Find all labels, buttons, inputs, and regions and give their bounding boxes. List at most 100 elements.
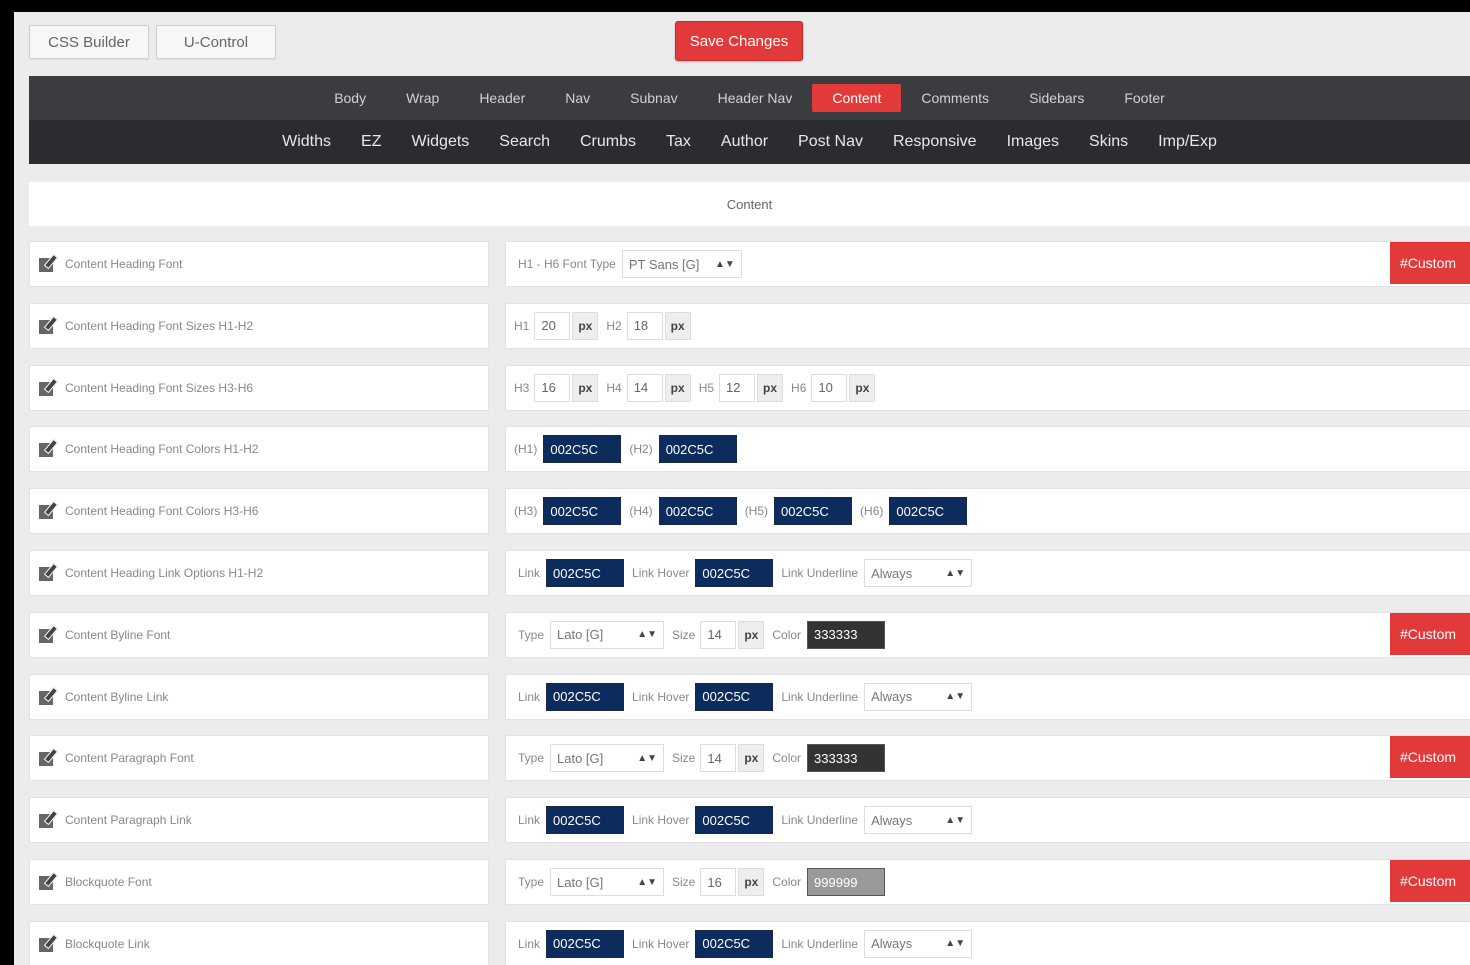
edit-icon[interactable] (39, 377, 59, 398)
ucontrol-button[interactable]: U-Control (156, 25, 276, 59)
font-type-select[interactable]: Lato [G] ▲▼ (550, 620, 665, 649)
color-swatch[interactable]: 002C5C (658, 435, 737, 464)
tab-responsive[interactable]: Responsive (878, 128, 992, 156)
option-label: Content Heading Font (65, 257, 183, 271)
tab-subnav[interactable]: Subnav (610, 84, 697, 112)
tab-body[interactable]: Body (314, 84, 386, 112)
select-arrow-icon: ▲▼ (945, 567, 966, 579)
link-hover-swatch[interactable]: 002C5C (695, 929, 774, 958)
color-label: Color (772, 751, 802, 766)
tab-ez[interactable]: EZ (346, 128, 396, 156)
tab-imp-exp[interactable]: Imp/Exp (1143, 128, 1232, 156)
font-type-select[interactable]: PT Sans [G] ▲▼ (621, 250, 742, 278)
edit-icon[interactable] (39, 562, 59, 583)
edit-icon[interactable] (39, 933, 59, 954)
unit-label: px (738, 868, 765, 896)
option-label: Content Paragraph Font (65, 751, 194, 766)
tab-header[interactable]: Header (459, 84, 545, 112)
edit-icon[interactable] (39, 748, 59, 768)
option-controls: Link 002C5C Link Hover 002C5C Link Underline… (505, 920, 1470, 965)
tab-footer[interactable]: Footer (1104, 84, 1184, 112)
size-label: Size (672, 627, 696, 642)
size-input[interactable]: 10 (811, 373, 848, 402)
edit-icon[interactable] (39, 253, 59, 274)
tab-sidebars[interactable]: Sidebars (1009, 84, 1104, 112)
size-input[interactable]: 12 (719, 373, 756, 402)
size-input[interactable]: 14 (700, 620, 737, 649)
custom-button[interactable]: #Custom (1390, 860, 1470, 902)
color-swatch[interactable]: 002C5C (658, 497, 737, 526)
option-label: Content Heading Link Options H1-H2 (65, 566, 264, 580)
custom-button[interactable]: #Custom (1390, 242, 1470, 284)
edit-icon[interactable] (39, 624, 59, 645)
color-swatch[interactable]: 999999 (807, 868, 886, 896)
option-row: Content Heading Font H1 - H6 Font Type PT … (29, 241, 1470, 287)
edit-icon[interactable] (39, 810, 59, 830)
tab-widths[interactable]: Widths (267, 128, 346, 156)
select-arrow-icon: ▲▼ (945, 938, 966, 950)
tab-comments[interactable]: Comments (901, 84, 1009, 112)
size-input[interactable]: 14 (626, 373, 663, 402)
link-color-swatch[interactable]: 002C5C (546, 559, 625, 587)
tab-post-nav[interactable]: Post Nav (783, 128, 878, 156)
tab-nav[interactable]: Nav (545, 84, 610, 112)
size-label: H4 (606, 380, 622, 395)
tab-search[interactable]: Search (484, 128, 565, 156)
size-input[interactable]: 20 (534, 311, 571, 340)
tab-images[interactable]: Images (992, 128, 1074, 156)
font-type-select[interactable]: Lato [G] ▲▼ (550, 868, 665, 896)
edit-icon[interactable] (39, 871, 59, 892)
color-swatch[interactable]: 333333 (807, 744, 886, 773)
link-hover-swatch[interactable]: 002C5C (695, 559, 774, 587)
size-label: H5 (698, 380, 715, 395)
font-type-select[interactable]: Lato [G] ▲▼ (550, 744, 665, 773)
tab-tax[interactable]: Tax (651, 128, 706, 156)
link-hover-label: Link Hover (632, 936, 690, 951)
size-input[interactable]: 14 (700, 744, 737, 773)
tab-author[interactable]: Author (706, 128, 783, 156)
edit-icon[interactable] (39, 439, 59, 459)
underline-value: Always (871, 565, 913, 581)
save-changes-button[interactable]: Save Changes (675, 21, 803, 61)
link-hover-swatch[interactable]: 002C5C (695, 682, 774, 711)
underline-select[interactable]: Always ▲▼ (864, 929, 973, 958)
option-label: Content Heading Font Sizes H1-H2 (65, 318, 254, 333)
underline-select[interactable]: Always ▲▼ (864, 682, 973, 711)
color-swatch[interactable]: 002C5C (774, 497, 853, 526)
css-builder-button[interactable]: CSS Builder (29, 25, 149, 59)
option-label-box: Blockquote Font (29, 859, 489, 905)
link-color-swatch[interactable]: 002C5C (546, 806, 625, 835)
color-swatch[interactable]: 002C5C (543, 435, 622, 464)
option-label-box: Content Byline Font (29, 611, 489, 658)
tab-header-nav[interactable]: Header Nav (698, 84, 813, 112)
option-controls: Type Lato [G] ▲▼ Size 14 px Color 333333 #Custom (505, 735, 1470, 782)
tab-widgets[interactable]: Widgets (396, 128, 484, 156)
option-label-box: Content Byline Link (29, 673, 489, 720)
custom-button[interactable]: #Custom (1390, 612, 1470, 655)
link-hover-swatch[interactable]: 002C5C (695, 806, 774, 835)
tab-crumbs[interactable]: Crumbs (565, 128, 651, 156)
link-color-swatch[interactable]: 002C5C (546, 929, 625, 958)
tab-content[interactable]: Content (812, 84, 902, 112)
custom-button[interactable]: #Custom (1390, 736, 1470, 779)
color-swatch[interactable]: 002C5C (889, 497, 968, 526)
main-nav: Body Wrap Header Nav Subnav Header Nav Content… (29, 76, 1470, 164)
size-input[interactable]: 18 (626, 311, 663, 340)
edit-icon[interactable] (39, 686, 59, 707)
link-color-swatch[interactable]: 002C5C (546, 682, 625, 711)
color-swatch[interactable]: 002C5C (543, 497, 622, 526)
size-input[interactable]: 16 (700, 868, 737, 896)
color-label: (H4) (629, 504, 653, 519)
edit-icon[interactable] (39, 315, 59, 336)
option-label: Content Heading Font Colors H1-H2 (65, 442, 259, 457)
edit-icon[interactable] (39, 501, 59, 521)
nav-row-secondary: Widths EZ Widgets Search Crumbs Tax Author Post… (29, 120, 1470, 164)
underline-select[interactable]: Always ▲▼ (864, 559, 973, 587)
tab-wrap[interactable]: Wrap (386, 84, 459, 112)
underline-select[interactable]: Always ▲▼ (864, 806, 973, 835)
tab-skins[interactable]: Skins (1074, 128, 1143, 156)
color-swatch[interactable]: 333333 (807, 620, 886, 649)
size-input[interactable]: 16 (534, 373, 571, 402)
link-underline-label: Link Underline (781, 689, 859, 704)
option-row: Content Heading Font Colors H1-H2 (H1) 002… (29, 426, 1470, 473)
